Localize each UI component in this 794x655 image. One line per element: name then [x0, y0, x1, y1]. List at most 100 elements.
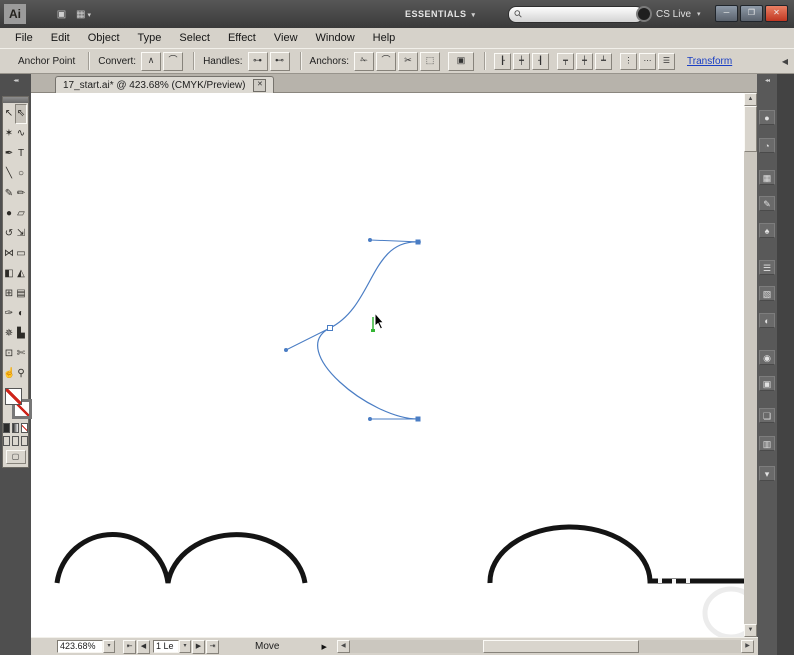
- align-top-button[interactable]: ┯: [557, 53, 574, 70]
- lasso-tool[interactable]: ∿: [15, 124, 27, 144]
- perspective-grid-tool[interactable]: ◭: [15, 264, 27, 284]
- distribute-vertical-button[interactable]: ⋮: [620, 53, 637, 70]
- paintbrush-tool[interactable]: ✎: [3, 184, 15, 204]
- anchor-point[interactable]: [328, 326, 333, 331]
- rotate-tool[interactable]: ↺: [3, 224, 15, 244]
- width-tool[interactable]: ⋈: [3, 244, 15, 264]
- distribute-horizontal-button[interactable]: ⋯: [639, 53, 656, 70]
- zoom-tool[interactable]: ⚲: [15, 364, 27, 384]
- align-bottom-button[interactable]: ┷: [595, 53, 612, 70]
- direction-handle[interactable]: [368, 238, 372, 242]
- distribute-spacing-button[interactable]: ☰: [658, 53, 675, 70]
- search-input[interactable]: [522, 8, 643, 22]
- close-tab-icon[interactable]: ✕: [253, 79, 266, 92]
- show-multiple-handles-button[interactable]: ⬚: [420, 52, 440, 71]
- scallop-path-left[interactable]: [57, 534, 305, 583]
- hide-handles-button[interactable]: ⊷: [270, 52, 290, 71]
- menu-select[interactable]: Select: [170, 28, 219, 48]
- vertical-scrollbar-thumb[interactable]: [744, 106, 757, 152]
- scroll-up-icon[interactable]: ▲: [744, 93, 757, 106]
- menu-help[interactable]: Help: [364, 28, 405, 48]
- transparency-panel-icon[interactable]: ◐: [759, 313, 775, 328]
- mesh-tool[interactable]: ⊞: [3, 284, 15, 304]
- brushes-panel-icon[interactable]: ✎: [759, 196, 775, 211]
- layers-panel-icon[interactable]: ❏: [759, 408, 775, 423]
- cut-path-button[interactable]: ✂: [398, 52, 418, 71]
- symbols-panel-icon[interactable]: ♠: [759, 223, 775, 238]
- tools-panel-header[interactable]: [3, 97, 28, 103]
- align-center-button[interactable]: ┿: [513, 53, 530, 70]
- artboard-tool[interactable]: ⊡: [3, 344, 15, 364]
- control-bar-overflow-icon[interactable]: ◀: [782, 57, 788, 66]
- swatches-panel-icon[interactable]: ▦: [759, 170, 775, 185]
- close-button[interactable]: ✕: [765, 5, 788, 22]
- document-tab[interactable]: 17_start.ai* @ 423.68% (CMYK/Preview) ✕: [55, 76, 274, 94]
- fill-color-swatch[interactable]: [5, 388, 22, 405]
- ellipse-tool[interactable]: ○: [15, 164, 27, 184]
- artboard-dropdown-icon[interactable]: ▾: [179, 640, 191, 653]
- workspace-switcher[interactable]: ESSENTIALS ▾: [405, 6, 476, 22]
- direction-handle[interactable]: [368, 417, 372, 421]
- search-box[interactable]: ⚲: [508, 6, 644, 23]
- menu-file[interactable]: File: [6, 28, 42, 48]
- gradient-tool[interactable]: ▤: [15, 284, 27, 304]
- free-transform-tool[interactable]: ▭: [15, 244, 27, 264]
- symbol-sprayer-tool[interactable]: ✵: [3, 324, 15, 344]
- connect-endpoints-button[interactable]: ⌒: [376, 52, 396, 71]
- stroke-panel-icon[interactable]: ☰: [759, 260, 775, 275]
- expand-panels-icon[interactable]: ◂◂: [757, 77, 777, 84]
- artboards-panel-icon[interactable]: ▥: [759, 436, 775, 451]
- draw-behind-button[interactable]: [12, 436, 19, 446]
- gradient-button[interactable]: [12, 423, 19, 433]
- vertical-scrollbar[interactable]: ▲ ▼: [744, 93, 757, 637]
- last-artboard-button[interactable]: ⇥: [206, 640, 219, 654]
- show-handles-button[interactable]: ⊶: [248, 52, 268, 71]
- scallop-path-right[interactable]: [490, 527, 745, 583]
- direction-handle[interactable]: [284, 348, 288, 352]
- status-flyout-icon[interactable]: ▶: [321, 643, 326, 651]
- scroll-left-icon[interactable]: ◀: [337, 640, 350, 653]
- zoom-dropdown-icon[interactable]: ▾: [103, 640, 115, 653]
- cs-live-button[interactable]: CS Live ▾: [636, 6, 701, 22]
- align-left-button[interactable]: ┠: [494, 53, 511, 70]
- selection-tool[interactable]: ↖: [3, 104, 15, 124]
- color-button[interactable]: [3, 423, 10, 433]
- draw-normal-button[interactable]: [3, 436, 10, 446]
- collapse-tools-icon[interactable]: ◂◂: [0, 77, 31, 84]
- align-middle-button[interactable]: ┿: [576, 53, 593, 70]
- arrange-documents-button[interactable]: ▦▾: [76, 7, 91, 22]
- convert-to-corner-button[interactable]: ∧: [141, 52, 161, 71]
- magic-wand-tool[interactable]: ✶: [3, 124, 15, 144]
- menu-edit[interactable]: Edit: [42, 28, 79, 48]
- pen-tool[interactable]: ✒: [3, 144, 15, 164]
- scale-tool[interactable]: ⇲: [15, 224, 27, 244]
- appearance-panel-icon[interactable]: ◉: [759, 350, 775, 365]
- restore-button[interactable]: ❐: [740, 5, 763, 22]
- menu-effect[interactable]: Effect: [219, 28, 265, 48]
- isolate-object-button[interactable]: ▣: [448, 52, 474, 71]
- screen-mode-button[interactable]: ▢: [6, 450, 26, 464]
- first-artboard-button[interactable]: ⇤: [123, 640, 136, 654]
- menu-type[interactable]: Type: [129, 28, 171, 48]
- anchor-point-selected[interactable]: [416, 417, 421, 422]
- minimize-button[interactable]: ─: [715, 5, 738, 22]
- hand-tool[interactable]: ☝: [3, 364, 15, 384]
- transform-link[interactable]: Transform: [687, 56, 732, 67]
- zoom-level-field[interactable]: 423.68%: [57, 640, 103, 653]
- slice-tool[interactable]: ✄: [15, 344, 27, 364]
- app-logo[interactable]: Ai: [4, 4, 26, 24]
- menu-object[interactable]: Object: [79, 28, 129, 48]
- pencil-tool[interactable]: ✏: [15, 184, 27, 204]
- column-graph-tool[interactable]: ▙: [15, 324, 27, 344]
- shape-builder-tool[interactable]: ◧: [3, 264, 15, 284]
- graphic-styles-panel-icon[interactable]: ▣: [759, 376, 775, 391]
- menu-window[interactable]: Window: [307, 28, 364, 48]
- launch-bridge-icon[interactable]: ▣: [54, 7, 69, 22]
- eraser-tool[interactable]: ▱: [15, 204, 27, 224]
- blob-brush-tool[interactable]: ●: [3, 204, 15, 224]
- line-segment-tool[interactable]: ╲: [3, 164, 15, 184]
- menu-view[interactable]: View: [265, 28, 307, 48]
- previous-artboard-button[interactable]: ◀: [137, 640, 150, 654]
- blend-tool[interactable]: ◐: [15, 304, 27, 324]
- color-guide-panel-icon[interactable]: ◔: [759, 138, 775, 153]
